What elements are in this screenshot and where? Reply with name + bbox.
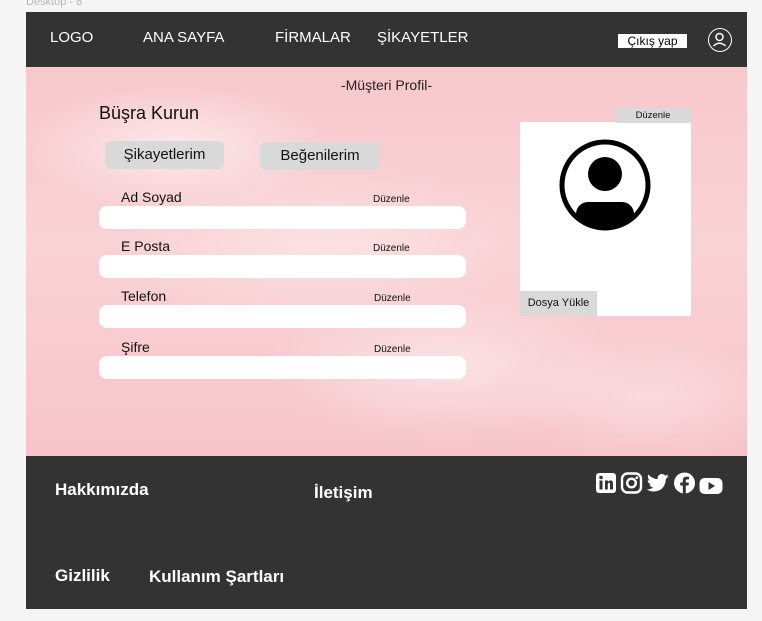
instagram-icon[interactable] (620, 470, 643, 496)
field-label-phone: Telefon (121, 288, 167, 304)
profile-section: -Müşteri Profil- Büşra Kurun Şikayetleri… (26, 67, 747, 456)
nav-companies-link[interactable]: FİRMALAR (275, 29, 351, 46)
page-frame: LOGO ANA SAYFA FİRMALAR ŞİKAYETLER Çıkış… (26, 12, 747, 609)
phone-field[interactable] (99, 305, 466, 328)
linkedin-icon[interactable] (595, 470, 617, 496)
field-label-name: Ad Soyad (121, 189, 182, 205)
user-circle-icon[interactable] (708, 28, 732, 52)
twitter-icon[interactable] (646, 471, 670, 497)
nav-complaints-link[interactable]: ŞİKAYETLER (377, 29, 468, 46)
nav-home-link[interactable]: ANA SAYFA (143, 29, 224, 46)
avatar-card (520, 122, 691, 316)
facebook-icon[interactable] (673, 470, 696, 496)
logo[interactable]: LOGO (50, 29, 93, 46)
edit-name-button[interactable]: Düzenle (373, 194, 410, 205)
upload-file-button[interactable]: Dosya Yükle (520, 291, 597, 316)
page-title: -Müşteri Profil- (340, 77, 432, 93)
field-label-password: Şifre (121, 339, 150, 355)
top-navbar: LOGO ANA SAYFA FİRMALAR ŞİKAYETLER Çıkış… (26, 12, 747, 67)
edit-email-button[interactable]: Düzenle (373, 243, 410, 254)
edit-phone-button[interactable]: Düzenle (374, 293, 411, 304)
logout-button[interactable]: Çıkış yap (618, 34, 687, 48)
email-field[interactable] (99, 255, 466, 278)
footer-about-link[interactable]: Hakkımızda (55, 480, 149, 500)
footer-terms-link[interactable]: Kullanım Şartları (149, 567, 284, 587)
edit-password-button[interactable]: Düzenle (374, 344, 411, 355)
youtube-icon[interactable] (699, 473, 723, 499)
frame-label: Desktop - 8 (26, 0, 83, 8)
footer-contact-link[interactable]: İletişim (314, 483, 373, 503)
tab-my-complaints[interactable]: Şikayetlerim (105, 141, 224, 169)
footer: Hakkımızda İletişim Gizlilik Kullanım Şa… (26, 456, 747, 609)
name-field[interactable] (99, 206, 466, 229)
field-label-email: E Posta (121, 238, 171, 254)
footer-privacy-link[interactable]: Gizlilik (55, 566, 110, 586)
tab-my-likes[interactable]: Beğenilerim (260, 142, 380, 170)
password-field[interactable] (99, 356, 466, 379)
user-avatar-icon (559, 139, 651, 231)
user-name: Büşra Kurun (99, 103, 200, 123)
avatar-edit-button[interactable]: Düzenle (615, 108, 691, 123)
